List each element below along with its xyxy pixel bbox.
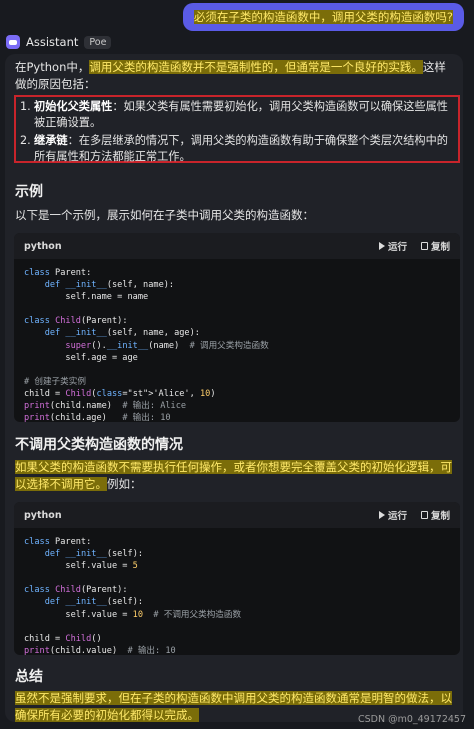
intro-highlight: 调用父类的构造函数并不是强制性的，但通常是一个良好的实践。 <box>89 60 423 74</box>
no-call-highlight: 如果父类的构造函数不需要执行任何操作，或者你想要完全覆盖父类的初始化逻辑，可以选… <box>15 460 452 491</box>
code-block-example: python 运行 复制 class Parent: def __init__(… <box>14 233 460 422</box>
section-heading-no-call: 不调用父类构造函数的情况 <box>15 437 183 453</box>
reason-title: 继承链 <box>34 134 68 147</box>
intro-prefix: 在Python中， <box>15 60 90 74</box>
copy-label: 复制 <box>430 511 450 522</box>
code-header: python 运行 复制 <box>14 233 460 259</box>
run-label: 运行 <box>387 511 407 522</box>
copy-button[interactable]: 复制 <box>420 508 450 522</box>
run-label: 运行 <box>387 242 407 253</box>
assistant-header: Assistant Poe <box>6 35 112 49</box>
reasons-list: 1. 初始化父类属性：如果父类有属性需要初始化，调用父类构造函数可以确保这些属性… <box>20 99 452 165</box>
user-message-text: 必须在子类的构造函数中，调用父类的构造函数吗? <box>193 10 453 24</box>
code-block-no-call: python 运行 复制 class Parent: def __init__(… <box>14 502 460 655</box>
play-icon <box>378 242 385 250</box>
no-call-suffix: 例如： <box>107 477 142 491</box>
example-intro: 以下是一个示例，展示如何在子类中调用父类的构造函数： <box>15 208 314 222</box>
csdn-watermark: CSDN @m0_49172457 <box>357 714 466 725</box>
list-number: 1. <box>20 100 31 113</box>
run-button[interactable]: 运行 <box>378 239 407 253</box>
copy-button[interactable]: 复制 <box>420 239 450 253</box>
copy-icon <box>420 511 428 519</box>
no-call-paragraph: 如果父类的构造函数不需要执行任何操作，或者你想要完全覆盖父类的初始化逻辑，可以选… <box>15 459 457 493</box>
intro-paragraph: 在Python中，调用父类的构造函数并不是强制性的，但通常是一个良好的实践。这样… <box>15 59 457 93</box>
code-header: python 运行 复制 <box>14 502 460 528</box>
copy-icon <box>420 242 428 250</box>
run-button[interactable]: 运行 <box>378 508 407 522</box>
code-content: class Parent: def __init__(self): self.v… <box>24 537 242 655</box>
list-item: 2. 继承链：在多层继承的情况下，调用父类的构造函数有助于确保整个类层次结构中的… <box>20 133 452 165</box>
reason-title: 初始化父类属性 <box>34 100 113 113</box>
code-language: python <box>24 509 62 521</box>
section-heading-summary: 总结 <box>15 669 43 685</box>
list-number: 2. <box>20 134 31 147</box>
assistant-reply: 在Python中，调用父类的构造函数并不是强制性的，但通常是一个良好的实践。这样… <box>5 54 463 722</box>
code-content: class Parent: def __init__(self, name): … <box>24 268 269 422</box>
bot-avatar-icon <box>6 35 20 49</box>
section-heading-example: 示例 <box>15 184 43 200</box>
reason-text: ：在多层继承的情况下，调用父类的构造函数有助于确保整个类层次结构中的所有属性和方… <box>34 134 448 163</box>
play-icon <box>378 511 385 519</box>
code-language: python <box>24 240 62 252</box>
poe-badge: Poe <box>84 35 112 49</box>
user-message-bubble: 必须在子类的构造函数中，调用父类的构造函数吗? <box>182 3 464 31</box>
assistant-name: Assistant <box>26 35 79 49</box>
copy-label: 复制 <box>430 242 450 253</box>
list-item: 1. 初始化父类属性：如果父类有属性需要初始化，调用父类构造函数可以确保这些属性… <box>20 99 452 131</box>
